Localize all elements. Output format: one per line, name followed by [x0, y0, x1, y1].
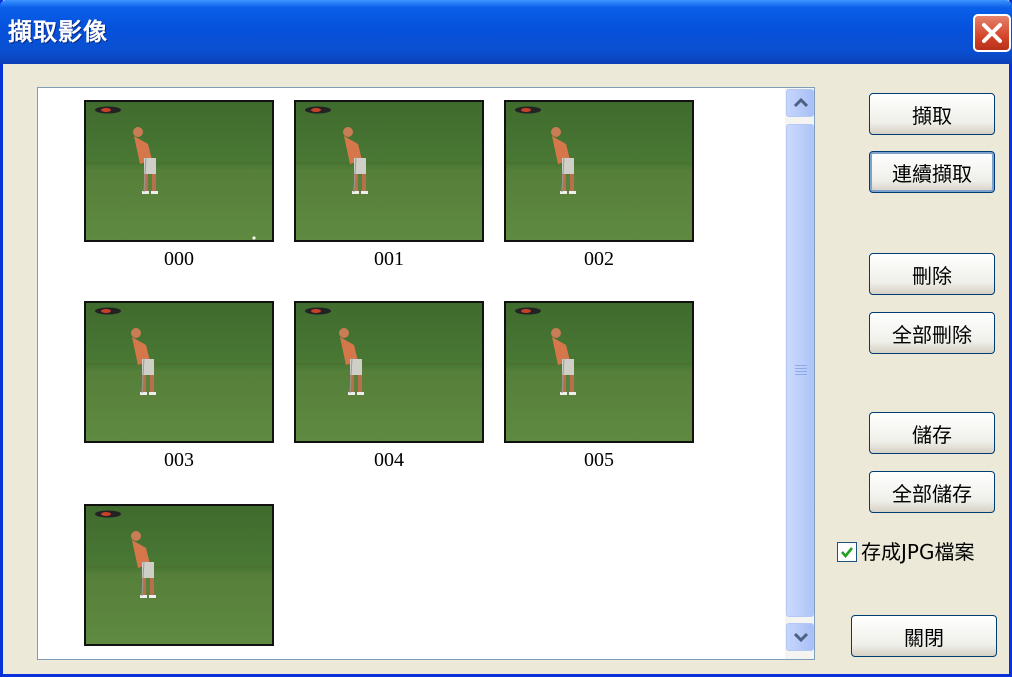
- capture-button[interactable]: 擷取: [869, 93, 995, 135]
- continuous-capture-button[interactable]: 連續擷取: [869, 151, 995, 193]
- thumbnail-item[interactable]: 004: [294, 301, 484, 472]
- thumbnail-label: 003: [164, 449, 194, 471]
- captured-frame-image[interactable]: [84, 301, 274, 443]
- window-title: 擷取影像: [8, 18, 108, 46]
- chevron-down-icon: [794, 632, 808, 642]
- title-bar[interactable]: 擷取影像: [0, 0, 1012, 64]
- thumbnail-item[interactable]: 000: [84, 100, 274, 271]
- thumbnail-label: 005: [584, 449, 614, 471]
- chevron-up-icon: [794, 98, 808, 108]
- vertical-scrollbar[interactable]: [785, 88, 814, 659]
- save-as-jpg-checkbox[interactable]: [837, 542, 857, 562]
- save-as-jpg-label: 存成JPG檔案: [861, 540, 975, 564]
- checkmark-icon: [841, 547, 854, 559]
- thumbnail-label: 000: [164, 248, 194, 270]
- scroll-up-button[interactable]: [786, 89, 814, 117]
- thumbnail-item[interactable]: 005: [504, 301, 694, 472]
- close-window-button[interactable]: [973, 14, 1011, 52]
- thumbnail-item[interactable]: 002: [504, 100, 694, 271]
- thumbnail-label: 002: [584, 248, 614, 270]
- thumbnail-item[interactable]: 001: [294, 100, 484, 271]
- thumbnail-item[interactable]: [84, 504, 274, 652]
- close-button[interactable]: 關閉: [851, 615, 997, 657]
- captured-frame-image[interactable]: [294, 100, 484, 242]
- delete-button[interactable]: 刪除: [869, 253, 995, 295]
- scroll-down-button[interactable]: [786, 623, 814, 651]
- delete-all-button[interactable]: 全部刪除: [869, 312, 995, 354]
- scroll-thumb[interactable]: [786, 124, 814, 617]
- capture-image-dialog: 擷取影像 000 001 002 003 004 005 擷取 連續擷取 刪除 …: [0, 0, 1012, 677]
- thumbnail-item[interactable]: 003: [84, 301, 274, 472]
- captured-frame-image[interactable]: [504, 100, 694, 242]
- thumbnail-label: 004: [374, 449, 404, 471]
- save-button[interactable]: 儲存: [869, 412, 995, 454]
- captured-frame-image[interactable]: [504, 301, 694, 443]
- captured-frame-image[interactable]: [84, 504, 274, 646]
- thumbnail-panel[interactable]: 000 001 002 003 004 005: [37, 87, 815, 660]
- save-all-button[interactable]: 全部儲存: [869, 471, 995, 513]
- thumbnail-label: 001: [374, 248, 404, 270]
- close-icon: [982, 23, 1002, 43]
- captured-frame-image[interactable]: [84, 100, 274, 242]
- captured-frame-image[interactable]: [294, 301, 484, 443]
